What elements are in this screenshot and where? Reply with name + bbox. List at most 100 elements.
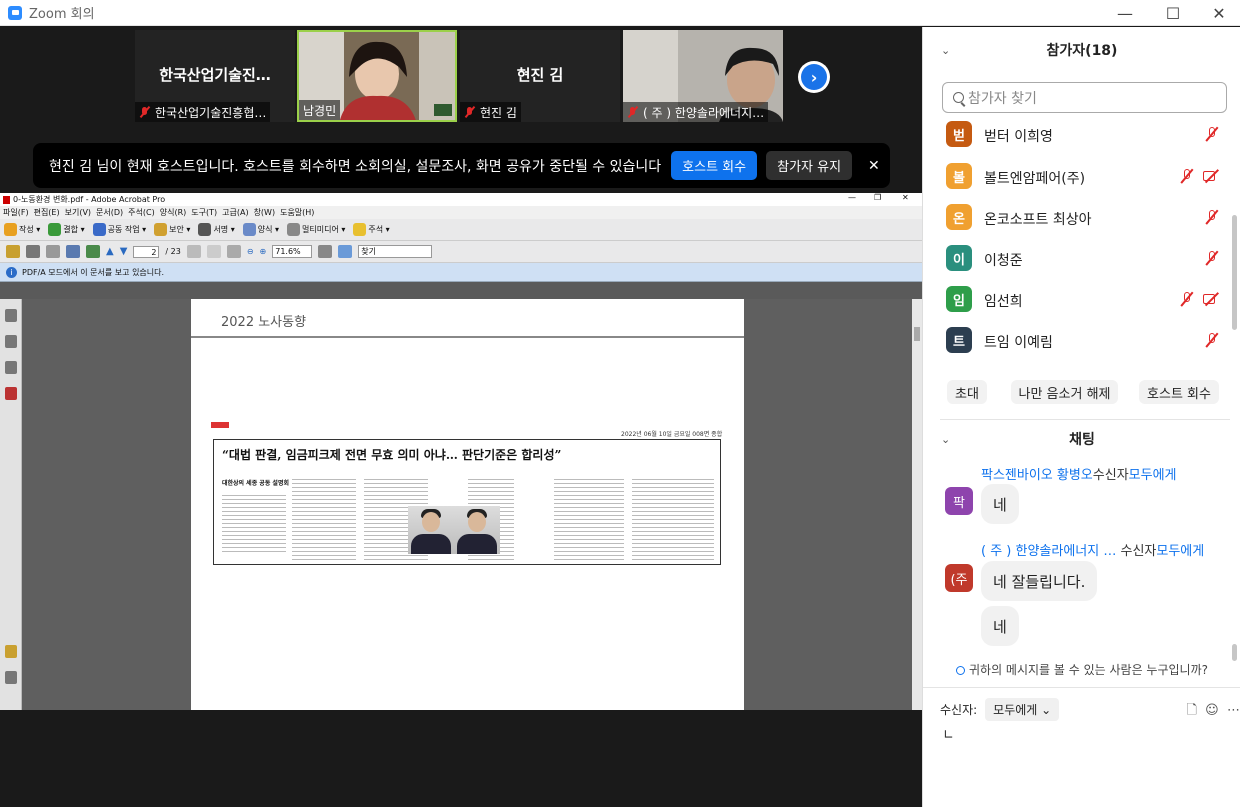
participant-search-input[interactable]: 참가자 찾기	[942, 82, 1227, 113]
participants-scrollbar[interactable]	[1232, 215, 1237, 330]
collaborate-button[interactable]: 공동 작업 ▾	[92, 223, 146, 236]
participant-row[interactable]: 임 임선희	[923, 279, 1231, 320]
find-input[interactable]: 찾기	[358, 245, 433, 258]
share-icon[interactable]	[86, 245, 100, 258]
menu-window[interactable]: 창(W)	[254, 207, 276, 218]
acrobat-restore-icon[interactable]: ❐	[874, 193, 881, 202]
zoom-in-icon[interactable]: ⊕	[260, 247, 267, 256]
video-tile[interactable]: ( 주 ) 한양솔라에너지…	[623, 30, 783, 122]
more-icon[interactable]: ⋯	[1227, 703, 1240, 718]
fit-page-icon[interactable]	[318, 245, 333, 258]
menu-advanced[interactable]: 고급(A)	[222, 207, 248, 218]
mic-muted-icon[interactable]	[1180, 168, 1194, 184]
chat-sender[interactable]: 팍스젠바이오 황병오	[981, 468, 1093, 483]
mic-muted-icon[interactable]	[1205, 126, 1219, 142]
close-window-icon[interactable]: ✕	[1196, 0, 1240, 26]
document-scrollbar[interactable]	[912, 299, 922, 710]
multimedia-label: 멀티미디어	[302, 225, 339, 234]
close-icon[interactable]: ✕	[868, 158, 880, 174]
paperclip-icon[interactable]	[5, 671, 17, 684]
video-off-icon[interactable]	[1203, 169, 1221, 182]
visibility-hint[interactable]: 귀하의 메시지를 볼 수 있는 사람은 누구입니까?	[923, 661, 1240, 678]
forms-button[interactable]: 양식 ▾	[242, 223, 279, 236]
page-up-icon[interactable]: ▲	[106, 246, 114, 257]
combine-button[interactable]: 결합 ▾	[48, 223, 85, 236]
combine-label: 결합	[63, 225, 79, 234]
invite-button[interactable]: 초대	[947, 380, 987, 404]
sign-button[interactable]: 서명 ▾	[198, 223, 235, 236]
chat-input[interactable]: ∟	[943, 728, 954, 743]
hand-tool-icon[interactable]	[206, 245, 221, 258]
mic-muted-icon[interactable]	[1205, 332, 1219, 348]
chat-sender[interactable]: ( 주 ) 한양솔라에너지 …	[981, 544, 1116, 559]
video-tile-active-speaker[interactable]: 남경민	[297, 30, 457, 122]
minimize-icon[interactable]: —	[1102, 0, 1148, 26]
zoom-level-select[interactable]: 71.6%	[272, 245, 313, 258]
multimedia-button[interactable]: 멀티미디어 ▾	[287, 223, 345, 236]
participant-row[interactable]: 볼 볼트엔암페어(주)	[923, 156, 1231, 197]
mic-muted-icon[interactable]	[1205, 209, 1219, 225]
scroll-thumb[interactable]	[914, 327, 920, 341]
stay-participant-button[interactable]: 참가자 유지	[766, 151, 853, 180]
chat-scrollbar[interactable]	[1232, 644, 1237, 661]
tile-label: 현진 김	[460, 102, 521, 122]
maximize-icon[interactable]: ☐	[1150, 0, 1196, 26]
menu-comments[interactable]: 주석(C)	[128, 207, 155, 218]
comments-panel-icon[interactable]	[5, 645, 17, 658]
emoji-icon[interactable]: ☺	[1205, 703, 1219, 718]
participants-title: 참가자(18)	[1046, 43, 1118, 59]
select-tool-icon[interactable]	[186, 245, 201, 258]
acrobat-minimize-icon[interactable]: —	[848, 193, 856, 202]
menu-help[interactable]: 도움말(H)	[280, 207, 314, 218]
tile-label: ( 주 ) 한양솔라에너지…	[623, 102, 769, 122]
chat-message-header: ( 주 ) 한양솔라에너지 … 수신자모두에게	[981, 540, 1204, 559]
mic-muted-icon[interactable]	[1205, 250, 1219, 266]
save-icon[interactable]	[46, 245, 60, 258]
open-icon[interactable]	[6, 245, 20, 258]
create-button[interactable]: 작성 ▾	[4, 223, 40, 236]
document-viewport[interactable]: 2022 노사동향 2022년 06월 10일 금요일 008면 종합 “대법 …	[0, 299, 922, 710]
mic-muted-icon[interactable]	[1180, 291, 1194, 307]
acrobat-nav-toolbar: ▲ ▼ 2 / 23 ⊖ ⊕ 71.6% 찾기	[0, 241, 922, 263]
video-tile[interactable]: 현진 김 현진 김	[460, 30, 620, 122]
pen-icon	[198, 223, 212, 236]
participant-avatar: 볼	[946, 163, 972, 189]
shared-screen: 0-노동환경 변화.pdf - Adobe Acrobat Pro — ❐ ✕ …	[0, 193, 922, 710]
email-icon[interactable]	[66, 245, 80, 258]
participant-row[interactable]: 온 온코소프트 최상아	[923, 197, 1231, 238]
unmute-me-button[interactable]: 나만 음소거 해제	[1011, 380, 1118, 404]
next-page-button[interactable]: ›	[798, 61, 830, 93]
menu-tools[interactable]: 도구(T)	[191, 207, 217, 218]
video-tile[interactable]: 한국산업기술진… 한국산업기술진흥협…	[135, 30, 295, 122]
menu-forms[interactable]: 양식(R)	[160, 207, 187, 218]
page-number-input[interactable]: 2	[133, 245, 160, 258]
menu-document[interactable]: 문서(D)	[96, 207, 123, 218]
menu-file[interactable]: 파일(F)	[3, 207, 29, 218]
print-icon[interactable]	[26, 245, 40, 258]
page-down-icon[interactable]: ▼	[120, 246, 128, 257]
fit-width-icon[interactable]	[338, 245, 353, 258]
participant-row[interactable]: 트 트임 이예림	[923, 320, 1231, 361]
bookmarks-panel-icon[interactable]	[5, 335, 17, 348]
pages-panel-icon[interactable]	[5, 309, 17, 322]
zoom-out-icon[interactable]: ⊖	[247, 247, 254, 256]
participant-row[interactable]: 벋 벋터 이희영	[923, 114, 1231, 155]
acrobat-close-icon[interactable]: ✕	[902, 193, 909, 202]
participant-row[interactable]: 이 이청준	[923, 238, 1231, 279]
participant-avatar: 임	[946, 286, 972, 312]
collapse-chevron-icon[interactable]: ⌄	[941, 44, 950, 57]
attachments-panel-icon[interactable]	[5, 387, 17, 400]
collapse-chevron-icon[interactable]: ⌄	[941, 433, 950, 446]
secure-button[interactable]: 보안 ▾	[154, 223, 190, 236]
marquee-zoom-icon[interactable]	[226, 245, 241, 258]
reclaim-host-side-button[interactable]: 호스트 회수	[1139, 380, 1219, 404]
menu-edit[interactable]: 편집(E)	[34, 207, 60, 218]
comment-button[interactable]: 주석 ▾	[353, 223, 390, 236]
reclaim-host-button[interactable]: 호스트 회수	[671, 151, 758, 180]
create-icon	[4, 223, 17, 236]
file-icon[interactable]: 🗋	[1186, 703, 1196, 718]
menu-view[interactable]: 보기(V)	[65, 207, 91, 218]
signatures-panel-icon[interactable]	[5, 361, 17, 374]
recipient-select[interactable]: 모두에게 ⌄	[985, 697, 1060, 721]
video-off-icon[interactable]	[1203, 292, 1221, 305]
